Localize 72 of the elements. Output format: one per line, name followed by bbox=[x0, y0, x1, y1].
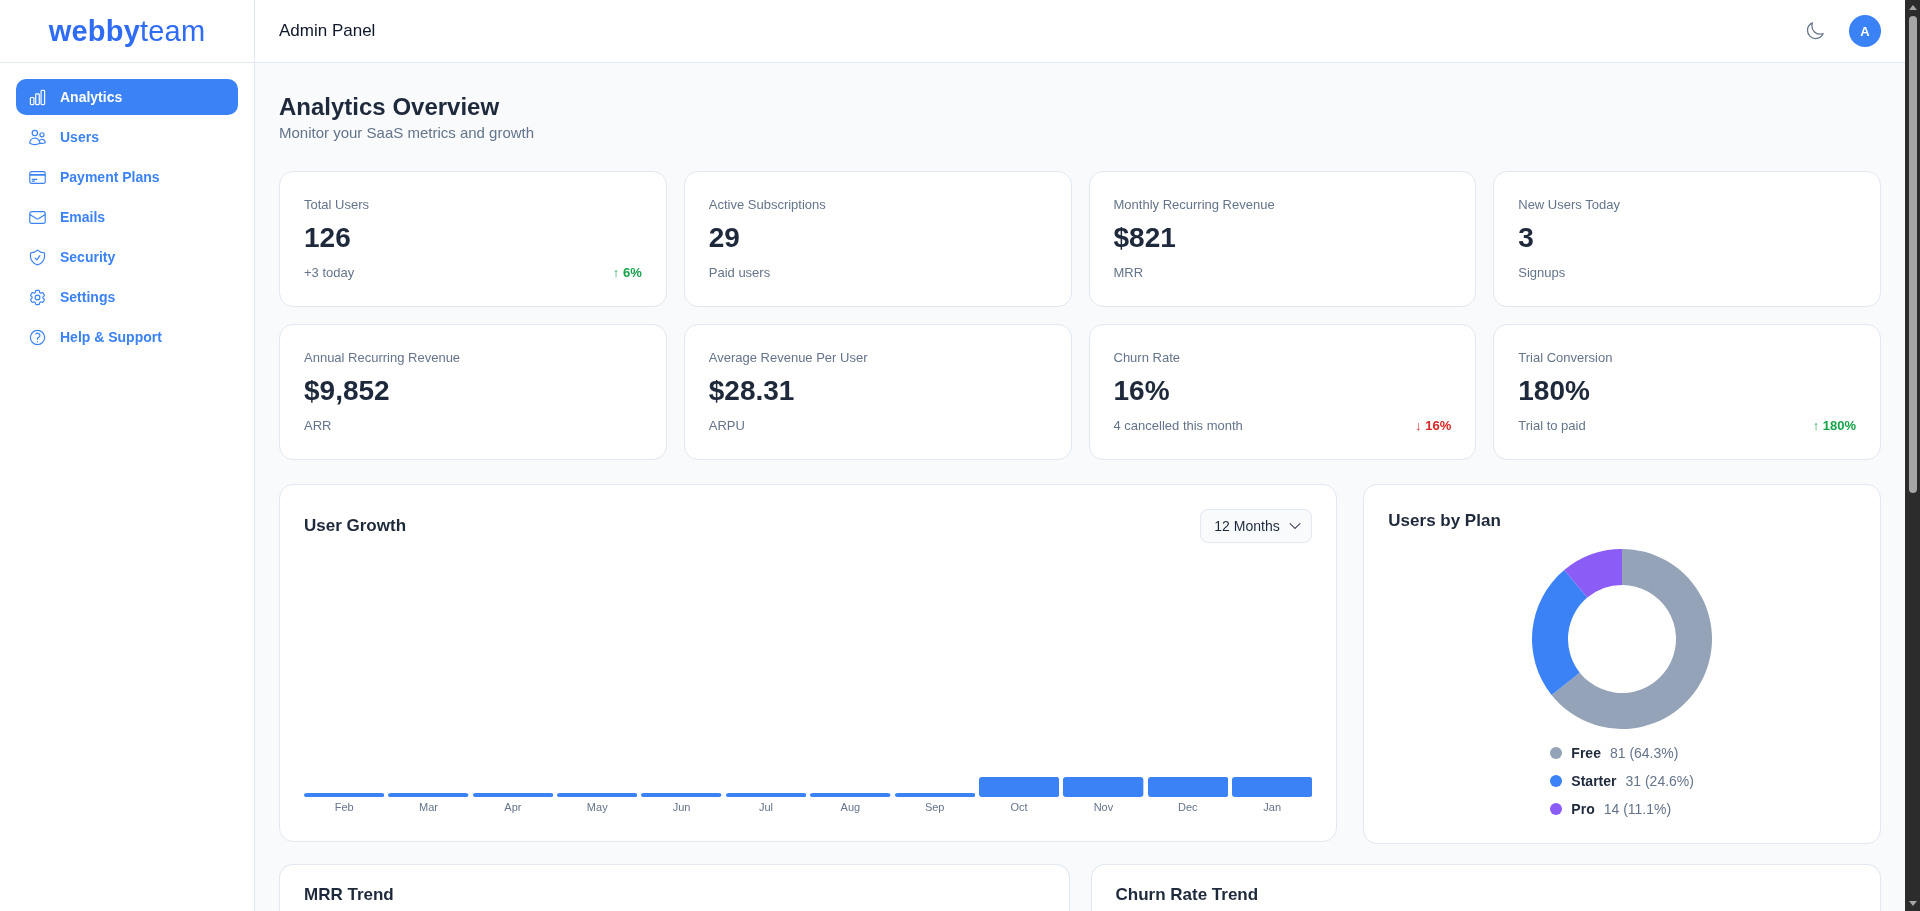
metric-note: ARPU bbox=[708, 417, 745, 435]
month-label: Jul bbox=[758, 800, 773, 815]
page-subtitle: Monitor your SaaS metrics and growth bbox=[279, 123, 535, 143]
month-label: Jun bbox=[672, 800, 691, 815]
shield-check-icon bbox=[28, 247, 47, 267]
month-label: Mar bbox=[419, 800, 438, 815]
metric-value: $821 bbox=[1113, 221, 1176, 255]
month-label: Sep bbox=[924, 800, 945, 815]
sidebar-item[interactable]: Help & Support bbox=[16, 319, 238, 355]
metric-label: New Users Today bbox=[1518, 196, 1620, 214]
metric-label: Total Users bbox=[304, 196, 370, 214]
logo: webbyteam bbox=[48, 14, 206, 48]
app-title: Admin Panel bbox=[279, 21, 376, 41]
metric-label: Monthly Recurring Revenue bbox=[1113, 196, 1275, 214]
sidebar-item[interactable]: Security bbox=[16, 239, 238, 275]
legend-label: Free bbox=[1571, 744, 1601, 763]
metric-note: +3 today bbox=[304, 264, 355, 282]
metric-note: Trial to paid bbox=[1518, 417, 1586, 435]
month-label: Feb bbox=[334, 800, 354, 815]
sidebar-item[interactable]: Payment Plans bbox=[16, 159, 238, 195]
metric-value: $9,852 bbox=[304, 374, 390, 408]
sidebar-item[interactable]: Settings bbox=[16, 279, 238, 315]
help-icon bbox=[28, 327, 47, 347]
metric-label: Churn Rate bbox=[1113, 349, 1180, 367]
metric-value: $28.31 bbox=[708, 374, 795, 408]
metric-note: Paid users bbox=[708, 264, 771, 282]
period-select[interactable]: 12 Months bbox=[1200, 509, 1313, 543]
metric-note: 4 cancelled this month bbox=[1113, 417, 1243, 435]
metric-value: 126 bbox=[304, 221, 351, 255]
page-title: Analytics Overview bbox=[279, 92, 500, 122]
metric-note: Signups bbox=[1518, 264, 1566, 282]
metric-label: Active Subscriptions bbox=[708, 196, 826, 214]
metric-value: 180% bbox=[1518, 374, 1590, 408]
metric-label: Trial Conversion bbox=[1518, 349, 1613, 367]
user-avatar[interactable]: A bbox=[1849, 15, 1881, 47]
legend-value: 81 (64.3%) bbox=[1609, 744, 1679, 763]
legend-value: 31 (24.6%) bbox=[1625, 772, 1694, 791]
month-label: Apr bbox=[504, 800, 522, 815]
legend-label: Starter bbox=[1571, 772, 1617, 791]
users-icon bbox=[28, 127, 47, 147]
moon-icon bbox=[1805, 21, 1825, 41]
scrollbar-thumb[interactable] bbox=[1908, 16, 1917, 493]
metric-value: 3 bbox=[1518, 221, 1534, 255]
card-title: MRR Trend bbox=[304, 885, 394, 905]
scroll-down-arrow-icon[interactable] bbox=[1908, 901, 1917, 906]
legend-value: 14 (11.1%) bbox=[1603, 800, 1672, 819]
month-label: Jan bbox=[1263, 800, 1281, 815]
metric-value: 16% bbox=[1113, 374, 1170, 408]
metric-note: ARR bbox=[304, 417, 332, 435]
card-title: Churn Rate Trend bbox=[1115, 885, 1259, 905]
metric-trend: ↑ 6% bbox=[612, 264, 642, 282]
sidebar-item[interactable]: Emails bbox=[16, 199, 238, 235]
bar-chart-icon bbox=[28, 87, 47, 107]
settings-icon bbox=[28, 287, 47, 307]
month-label: Nov bbox=[1093, 800, 1114, 815]
card-title: Users by Plan bbox=[1388, 510, 1502, 532]
metric-label: Average Revenue Per User bbox=[708, 349, 868, 367]
month-label: Oct bbox=[1010, 800, 1028, 815]
metric-value: 29 bbox=[708, 221, 740, 255]
sidebar-item[interactable]: Analytics bbox=[16, 79, 238, 115]
card-title: User Growth bbox=[304, 515, 407, 537]
scrollbar[interactable] bbox=[1905, 0, 1920, 911]
month-label: May bbox=[586, 800, 608, 815]
month-label: Aug bbox=[840, 800, 861, 815]
month-label: Dec bbox=[1178, 800, 1198, 815]
metric-trend: ↑ 180% bbox=[1812, 417, 1856, 435]
scroll-up-arrow-icon[interactable] bbox=[1908, 5, 1917, 10]
metric-note: MRR bbox=[1113, 264, 1144, 282]
sidebar-item[interactable]: Users bbox=[16, 119, 238, 155]
legend-label: Pro bbox=[1571, 800, 1595, 819]
metric-trend: ↓ 16% bbox=[1415, 417, 1452, 435]
metric-label: Annual Recurring Revenue bbox=[304, 349, 461, 367]
